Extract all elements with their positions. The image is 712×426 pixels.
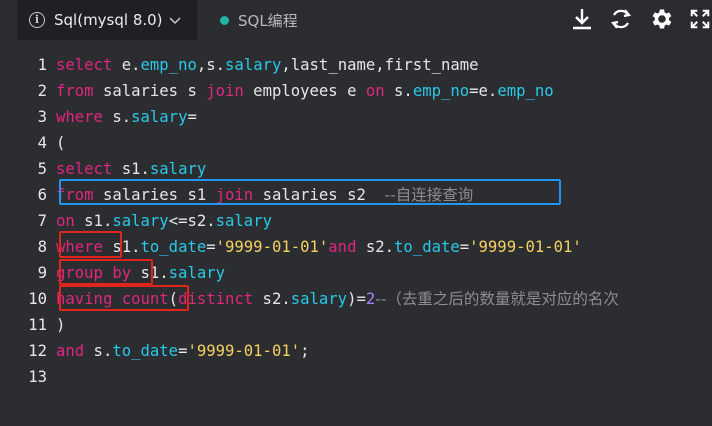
line-number: 9 — [37, 264, 47, 282]
code-token: )= — [347, 290, 366, 308]
line-number: 7 — [37, 212, 47, 230]
code-comment: --（去重之后的数量就是对应的名次 — [375, 290, 619, 308]
code-token: =e. — [469, 82, 498, 100]
line-number: 11 — [28, 316, 47, 334]
chevron-down-icon — [169, 11, 181, 29]
highlight-where-box — [59, 231, 122, 258]
code-token: on — [56, 212, 75, 230]
code-token: s2. — [356, 238, 395, 256]
fullscreen-icon[interactable] — [686, 5, 712, 33]
code-token: salaries s — [93, 82, 207, 100]
code-line[interactable]: 12 and s.to_date='9999-01-01'; — [0, 338, 310, 364]
highlight-having-count-box — [59, 285, 189, 311]
code-token: join — [206, 82, 244, 100]
code-token: <=s2. — [168, 212, 216, 230]
code-token: to_date — [140, 238, 207, 256]
code-token: s. — [84, 342, 113, 360]
code-token: select — [56, 56, 113, 74]
info-icon[interactable]: i — [29, 12, 45, 28]
code-token: 2 — [365, 290, 376, 308]
code-token: '9999-01-01' — [215, 238, 329, 256]
code-token: s1. — [74, 212, 113, 230]
line-number: 2 — [37, 82, 47, 100]
code-token: s2. — [253, 290, 291, 308]
code-token: = — [206, 238, 216, 256]
line-number: 3 — [37, 108, 47, 126]
highlight-group-by-box — [59, 259, 153, 285]
code-token: emp_no — [497, 82, 554, 100]
code-token: ) — [56, 316, 66, 334]
code-line[interactable]: 4( — [0, 130, 66, 156]
line-number: 5 — [37, 160, 47, 178]
code-line[interactable]: 13 — [0, 364, 56, 390]
tab-label: SQL编程 — [238, 11, 298, 30]
language-selector[interactable]: i Sql(mysql 8.0) — [17, 0, 197, 40]
code-token: and — [56, 342, 85, 360]
code-token: ,s. — [196, 56, 226, 74]
line-number: 6 — [37, 186, 47, 204]
line-number: 13 — [28, 368, 47, 386]
code-token: = — [459, 238, 470, 256]
code-token: ,last_name,first_name — [281, 56, 479, 74]
code-token: e. — [112, 56, 141, 74]
refresh-icon[interactable] — [607, 5, 635, 33]
code-token: salary — [149, 160, 207, 178]
settings-gear-icon[interactable] — [647, 5, 675, 33]
code-token: select — [56, 160, 113, 178]
code-token: salary — [131, 108, 188, 126]
code-line[interactable]: 1 select e.emp_no,s.salary,last_name,firs… — [0, 52, 479, 78]
code-token: '9999-01-01' — [187, 342, 301, 360]
code-token: salary — [290, 290, 348, 308]
code-token: ( — [56, 134, 66, 152]
highlight-self-join-box — [59, 179, 561, 205]
code-token: emp_no — [140, 56, 197, 74]
code-line[interactable]: 2 from salaries s join employees e on s.e… — [0, 78, 554, 104]
code-token: ; — [300, 342, 310, 360]
code-line[interactable]: 3 where s.salary= — [0, 104, 197, 130]
code-token: emp_no — [412, 82, 470, 100]
code-token: from — [56, 82, 94, 100]
code-token: s. — [384, 82, 413, 100]
tab-sql-editor[interactable]: SQL编程 — [220, 0, 298, 40]
line-number: 8 — [37, 238, 47, 256]
code-token: to_date — [394, 238, 460, 256]
status-dot — [220, 15, 229, 25]
code-token: and — [328, 238, 357, 256]
code-token: salary — [112, 212, 169, 230]
language-label: Sql(mysql 8.0) — [54, 11, 163, 29]
code-token: s. — [102, 108, 132, 126]
code-token: '9999-01-01' — [469, 238, 582, 256]
code-token: on — [365, 82, 385, 100]
code-line[interactable]: 11) — [0, 312, 65, 338]
code-token: where — [56, 108, 103, 126]
code-token: = — [187, 108, 197, 126]
code-token: salary — [168, 264, 226, 282]
code-token: s1. — [112, 160, 150, 178]
code-token: salary — [225, 56, 282, 74]
download-icon[interactable] — [568, 5, 596, 33]
code-line[interactable]: 7 on s1.salary<=s2.salary — [0, 208, 272, 234]
code-token: salary — [215, 212, 272, 230]
editor-toolbar: i Sql(mysql 8.0) SQL编程 — [0, 0, 712, 40]
code-token: distinct — [178, 290, 254, 308]
code-token: to_date — [112, 342, 179, 360]
line-number: 4 — [37, 134, 47, 152]
code-token: employees e — [243, 82, 366, 100]
line-number: 10 — [28, 290, 47, 308]
line-number: 12 — [28, 342, 47, 360]
line-number: 1 — [37, 56, 47, 74]
